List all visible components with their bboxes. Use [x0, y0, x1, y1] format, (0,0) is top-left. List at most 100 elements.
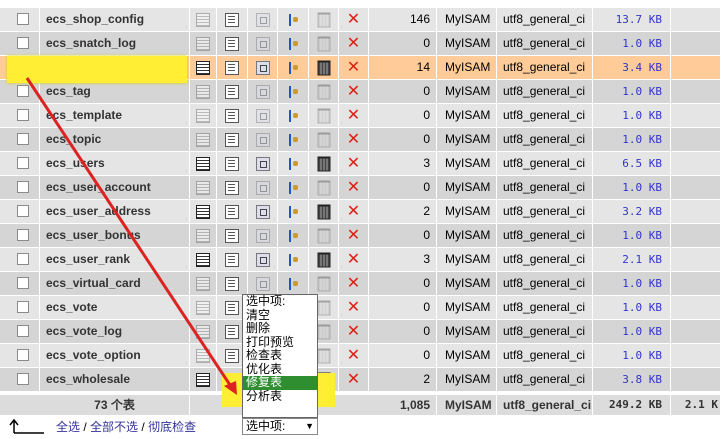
- search-icon[interactable]: [255, 84, 270, 99]
- insert-icon[interactable]: [287, 37, 299, 50]
- row-checkbox[interactable]: [17, 205, 29, 217]
- empty-icon[interactable]: [317, 276, 330, 291]
- table-name-link[interactable]: ecs_topic: [40, 128, 190, 151]
- structure-icon[interactable]: [225, 204, 239, 219]
- insert-icon[interactable]: [287, 253, 299, 266]
- row-checkbox[interactable]: [17, 325, 29, 337]
- row-checkbox[interactable]: [17, 109, 29, 121]
- table-name-link[interactable]: ecs_user_bonus: [40, 224, 190, 247]
- drop-icon[interactable]: ✕: [347, 179, 360, 196]
- search-icon[interactable]: [255, 132, 270, 147]
- empty-icon[interactable]: [317, 156, 330, 171]
- check-overhead-link[interactable]: 彻底检查: [148, 420, 196, 434]
- insert-icon[interactable]: [287, 85, 299, 98]
- structure-icon[interactable]: [225, 12, 239, 27]
- empty-icon[interactable]: [317, 324, 330, 339]
- structure-icon[interactable]: [225, 276, 239, 291]
- row-checkbox[interactable]: [17, 229, 29, 241]
- insert-icon[interactable]: [287, 277, 299, 290]
- drop-icon[interactable]: ✕: [347, 227, 360, 244]
- insert-icon[interactable]: [287, 181, 299, 194]
- structure-icon[interactable]: [225, 36, 239, 51]
- search-icon[interactable]: [255, 180, 270, 195]
- drop-icon[interactable]: ✕: [347, 59, 360, 76]
- menu-item[interactable]: 选中项:: [243, 295, 317, 309]
- structure-icon[interactable]: [225, 180, 239, 195]
- structure-icon[interactable]: [225, 324, 239, 339]
- browse-icon[interactable]: [196, 180, 210, 195]
- browse-icon[interactable]: [196, 252, 210, 267]
- drop-icon[interactable]: ✕: [347, 299, 360, 316]
- drop-icon[interactable]: ✕: [347, 275, 360, 292]
- row-checkbox[interactable]: [17, 85, 29, 97]
- structure-icon[interactable]: [225, 300, 239, 315]
- browse-icon[interactable]: [196, 108, 210, 123]
- menu-item[interactable]: 删除: [243, 322, 317, 336]
- browse-icon[interactable]: [196, 228, 210, 243]
- row-checkbox[interactable]: [17, 277, 29, 289]
- table-name-link[interactable]: ecs_vote: [40, 296, 190, 319]
- browse-icon[interactable]: [196, 204, 210, 219]
- browse-icon[interactable]: [196, 156, 210, 171]
- table-name-link[interactable]: ecs_users: [40, 152, 190, 175]
- browse-icon[interactable]: [196, 348, 210, 363]
- drop-icon[interactable]: ✕: [347, 347, 360, 364]
- table-name-link[interactable]: ecs_shop_config: [40, 8, 190, 31]
- browse-icon[interactable]: [196, 36, 210, 51]
- empty-icon[interactable]: [317, 252, 330, 267]
- structure-icon[interactable]: [225, 132, 239, 147]
- search-icon[interactable]: [255, 108, 270, 123]
- drop-icon[interactable]: ✕: [347, 203, 360, 220]
- browse-icon[interactable]: [196, 132, 210, 147]
- empty-icon[interactable]: [317, 84, 330, 99]
- search-icon[interactable]: [255, 60, 270, 75]
- insert-icon[interactable]: [287, 157, 299, 170]
- insert-icon[interactable]: [287, 205, 299, 218]
- drop-icon[interactable]: ✕: [347, 35, 360, 52]
- row-checkbox[interactable]: [17, 373, 29, 385]
- drop-icon[interactable]: ✕: [347, 11, 360, 28]
- table-name-link[interactable]: ecs_wholesale: [40, 368, 190, 391]
- table-name-link[interactable]: ecs_template: [40, 104, 190, 127]
- table-name-link[interactable]: ecs_snatch_log: [40, 32, 190, 55]
- menu-item[interactable]: 优化表: [243, 362, 317, 377]
- table-name-link[interactable]: ecs_user_address: [40, 200, 190, 223]
- row-checkbox[interactable]: [17, 253, 29, 265]
- structure-icon[interactable]: [225, 228, 239, 243]
- drop-icon[interactable]: ✕: [347, 107, 360, 124]
- search-icon[interactable]: [255, 36, 270, 51]
- drop-icon[interactable]: ✕: [347, 371, 360, 388]
- empty-icon[interactable]: [317, 12, 330, 27]
- empty-icon[interactable]: [317, 36, 330, 51]
- row-checkbox[interactable]: [17, 13, 29, 25]
- action-dropdown-menu[interactable]: 选中项: 清空 删除 打印预览 检查表 优化表 修复表 分析表: [242, 294, 318, 418]
- menu-item[interactable]: 清空: [243, 308, 317, 323]
- menu-item[interactable]: 修复表: [243, 376, 317, 390]
- empty-icon[interactable]: [317, 108, 330, 123]
- insert-icon[interactable]: [287, 61, 299, 74]
- with-selected-select[interactable]: 选中项: ▼: [242, 418, 318, 435]
- search-icon[interactable]: [255, 12, 270, 27]
- table-name-link[interactable]: ecs_user_rank: [40, 248, 190, 271]
- insert-icon[interactable]: [287, 229, 299, 242]
- menu-item[interactable]: 检查表: [243, 349, 317, 363]
- drop-icon[interactable]: ✕: [347, 155, 360, 172]
- empty-icon[interactable]: [317, 204, 330, 219]
- table-name-link[interactable]: ecs_vote_option: [40, 344, 190, 367]
- search-icon[interactable]: [255, 252, 270, 267]
- drop-icon[interactable]: ✕: [347, 83, 360, 100]
- search-icon[interactable]: [255, 228, 270, 243]
- browse-icon[interactable]: [196, 372, 210, 387]
- row-checkbox[interactable]: [17, 181, 29, 193]
- empty-icon[interactable]: [317, 348, 330, 363]
- uncheck-all-link[interactable]: 全部不选: [90, 420, 138, 434]
- row-checkbox[interactable]: [17, 157, 29, 169]
- empty-icon[interactable]: [317, 60, 330, 75]
- row-checkbox[interactable]: [17, 301, 29, 313]
- browse-icon[interactable]: [196, 324, 210, 339]
- empty-icon[interactable]: [317, 300, 330, 315]
- browse-icon[interactable]: [196, 84, 210, 99]
- row-checkbox[interactable]: [17, 349, 29, 361]
- search-icon[interactable]: [255, 204, 270, 219]
- drop-icon[interactable]: ✕: [347, 131, 360, 148]
